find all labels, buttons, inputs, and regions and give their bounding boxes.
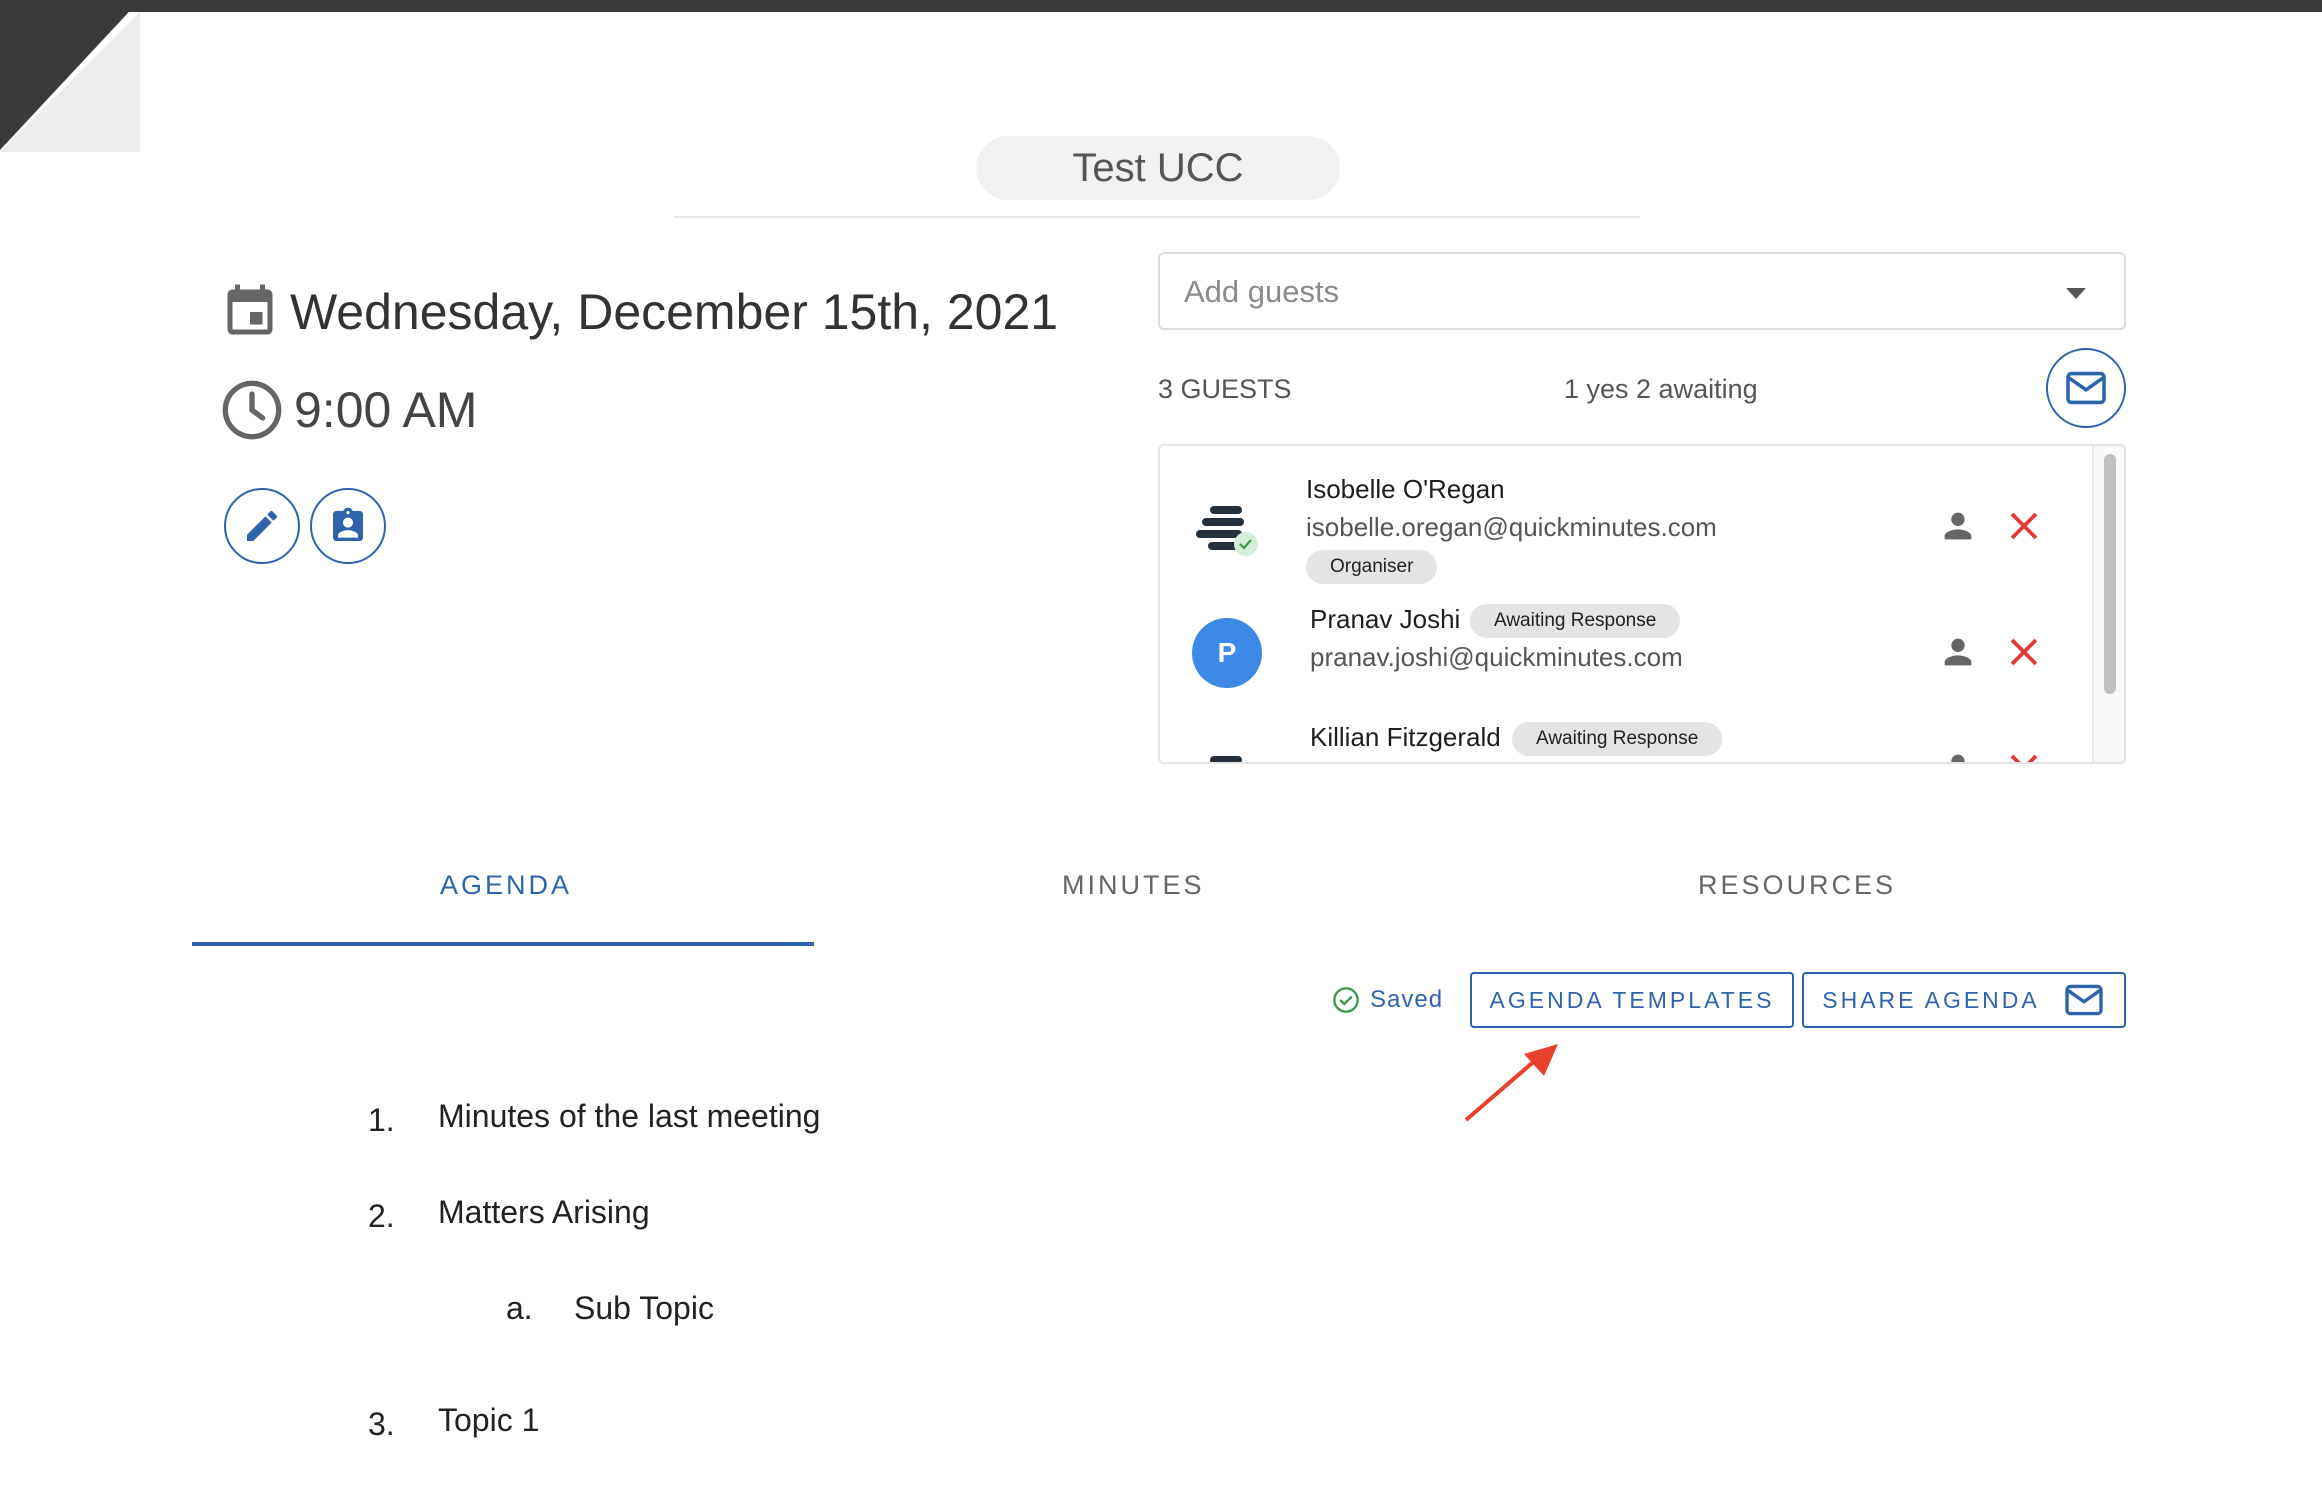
agenda-item-number: 2. xyxy=(368,1198,395,1234)
share-agenda-label: SHARE AGENDA xyxy=(1822,986,2040,1013)
active-tab-indicator xyxy=(192,942,814,946)
person-icon[interactable] xyxy=(1938,632,1978,672)
add-guests-placeholder: Add guests xyxy=(1184,274,1340,309)
agenda-item[interactable]: Minutes of the last meeting xyxy=(438,1098,820,1135)
contact-badge-icon xyxy=(333,507,363,541)
saved-status: Saved xyxy=(1332,986,1443,1014)
guest-name: Pranav Joshi xyxy=(1310,604,1461,634)
status-badge: Awaiting Response xyxy=(1512,722,1723,756)
chevron-down-icon[interactable] xyxy=(2066,288,2086,299)
tab-minutes[interactable]: MINUTES xyxy=(1062,870,1205,901)
mail-icon xyxy=(2066,371,2106,405)
guest-avatar: P xyxy=(1192,618,1262,688)
calendar-icon xyxy=(227,284,273,335)
close-icon[interactable] xyxy=(2006,750,2042,764)
company-logo-icon xyxy=(1196,506,1258,556)
agenda-item[interactable]: Matters Arising xyxy=(438,1194,650,1231)
edit-meeting-button[interactable] xyxy=(224,488,300,564)
agenda-templates-label: AGENDA TEMPLATES xyxy=(1489,986,1775,1013)
guest-list-scrollbar[interactable] xyxy=(2092,446,2124,762)
mail-icon xyxy=(2065,984,2103,1016)
agenda-subitem-letter: a. xyxy=(506,1290,533,1326)
role-badge: Organiser xyxy=(1306,550,1438,584)
clock-icon xyxy=(222,380,282,440)
check-circle-icon xyxy=(1333,987,1359,1013)
time-row: 9:00 AM xyxy=(220,378,477,442)
guest-email: isobelle.oregan@quickminutes.com xyxy=(1306,512,1717,542)
date-row: Wednesday, December 15th, 2021 xyxy=(220,280,1058,344)
meeting-time: 9:00 AM xyxy=(294,382,478,438)
meeting-date: Wednesday, December 15th, 2021 xyxy=(290,284,1059,340)
agenda-item[interactable]: Topic 1 xyxy=(438,1402,539,1439)
attendance-button[interactable] xyxy=(310,488,386,564)
close-icon[interactable] xyxy=(2006,508,2042,544)
guest-email: pranav.joshi@quickminutes.com xyxy=(1310,642,1683,672)
scrollbar-thumb[interactable] xyxy=(2104,454,2116,694)
guest-name: Killian Fitzgerald xyxy=(1310,722,1501,752)
person-icon[interactable] xyxy=(1938,748,1978,764)
meeting-title[interactable]: Test UCC xyxy=(976,136,1340,200)
agenda-item-number: 1. xyxy=(368,1102,395,1138)
guest-name: Isobelle O'Regan xyxy=(1306,474,1505,504)
email-guests-button[interactable] xyxy=(2046,348,2126,428)
add-guests-select[interactable]: Add guests xyxy=(1158,252,2126,330)
guest-count: 3 GUESTS xyxy=(1158,374,1292,404)
rsvp-summary: 1 yes 2 awaiting xyxy=(1564,374,1758,404)
agenda-item-number: 3. xyxy=(368,1406,395,1442)
company-logo-icon xyxy=(1210,756,1242,762)
close-icon[interactable] xyxy=(2006,634,2042,670)
tab-resources[interactable]: RESOURCES xyxy=(1698,870,1896,901)
saved-label: Saved xyxy=(1370,986,1444,1013)
pencil-icon xyxy=(247,510,278,541)
agenda-subitem[interactable]: Sub Topic xyxy=(574,1290,714,1327)
title-divider xyxy=(674,216,1640,218)
share-agenda-button[interactable]: SHARE AGENDA xyxy=(1802,972,2126,1028)
annotation-arrow xyxy=(1464,1044,1558,1122)
status-badge: Awaiting Response xyxy=(1470,604,1681,638)
agenda-templates-button[interactable]: AGENDA TEMPLATES xyxy=(1470,972,1794,1028)
guest-list[interactable]: Isobelle O'Regan isobelle.oregan@quickmi… xyxy=(1158,444,2126,764)
window-top-bar xyxy=(0,0,2322,12)
tab-agenda[interactable]: AGENDA xyxy=(440,870,572,901)
person-icon[interactable] xyxy=(1938,506,1978,546)
